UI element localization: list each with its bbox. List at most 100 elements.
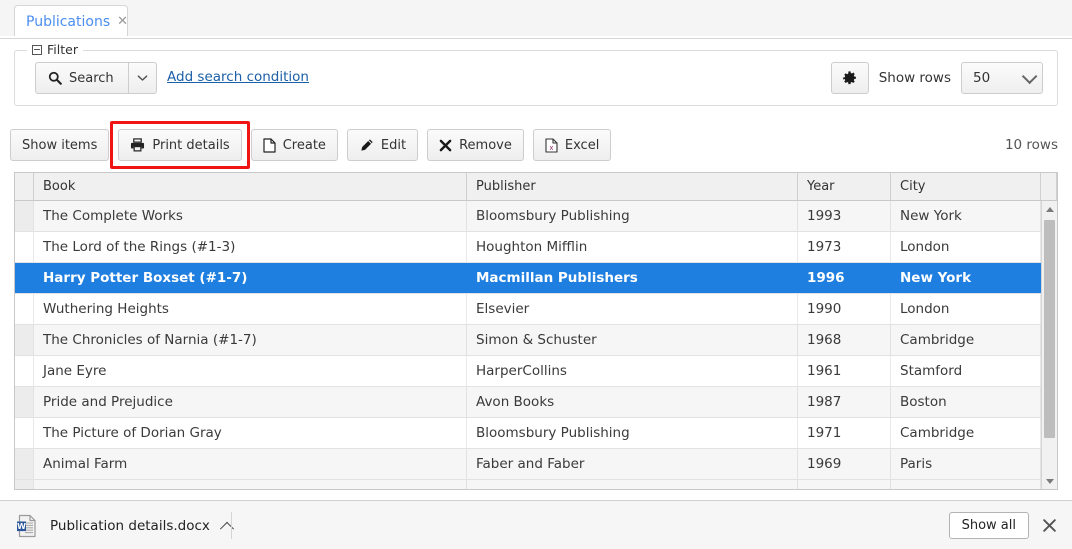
download-item[interactable]: W Publication details.docx [12,508,244,543]
column-header-book[interactable]: Book [34,173,467,200]
cell-year: 1968 [798,325,891,355]
row-selector-cell[interactable] [15,449,34,479]
cell-city: New York [891,201,1041,231]
close-icon[interactable]: ✕ [117,15,128,28]
print-details-button[interactable]: Print details [118,129,242,161]
print-details-highlight-wrapper: Print details [110,121,250,169]
svg-text:W: W [17,521,26,530]
row-selector-cell[interactable] [15,325,34,355]
vertical-scrollbar[interactable] [1041,201,1057,489]
row-selector-cell[interactable] [15,418,34,448]
table-row[interactable]: Jane Eyre HarperCollins 1961 Stamford [15,356,1057,387]
table-row[interactable]: The Chronicles of Narnia (#1-7) Simon & S… [15,325,1057,356]
search-button-group: Search [35,62,157,94]
column-header-publisher[interactable]: Publisher [467,173,798,200]
cell-year: 1993 [798,201,891,231]
cell-year: 1961 [798,356,891,386]
show-rows-select[interactable]: 50 [961,62,1043,94]
cell-city: Boston [891,387,1041,417]
table-row[interactable]: Animal Farm Faber and Faber 1969 Paris [15,449,1057,480]
chevron-down-icon [137,74,148,82]
row-selector-cell[interactable] [15,232,34,262]
tab-strip: Publications ✕ [0,0,1072,39]
cell-city: London [891,232,1041,262]
gear-icon [842,70,857,86]
row-selector-cell[interactable] [15,201,34,231]
cell-book: The Lord of the Rings (#1-3) [34,232,467,262]
cell-publisher: Bloomsbury Publishing [467,418,798,448]
cell-year: 1971 [798,418,891,448]
cell-year: 1969 [798,449,891,479]
print-details-label: Print details [152,137,230,153]
column-header-city[interactable]: City [891,173,1041,200]
close-icon[interactable] [1038,514,1060,536]
settings-button[interactable] [830,62,869,94]
cell-year: 1990 [798,294,891,324]
filter-legend-label: Filter [47,42,78,57]
cell-book: The Chronicles of Narnia (#1-7) [34,325,467,355]
row-selector-cell[interactable] [15,263,34,293]
excel-label: Excel [564,137,600,153]
table-row[interactable]: Pride and Prejudice Avon Books 1987 Boston [15,387,1057,418]
create-button[interactable]: Create [250,129,338,161]
pencil-icon [359,138,374,153]
chevron-down-icon [1021,68,1038,84]
search-icon [48,71,62,85]
cell-city: Cambridge [891,325,1041,355]
cell-book: The Complete Works [34,201,467,231]
show-items-button[interactable]: Show items [10,129,110,161]
scroll-up-icon[interactable] [1042,201,1057,217]
header-gutter [15,173,34,200]
printer-icon [130,138,145,152]
row-count-label: 10 rows [1004,137,1058,153]
edit-label: Edit [380,137,407,153]
header-filler [1041,173,1057,200]
add-search-condition-link[interactable]: Add search condition [167,69,309,85]
cell-book: Pride and Prejudice [34,387,467,417]
application-window: Publications ✕ Filter Search Add search … [0,0,1072,549]
table-row[interactable]: The Lord of the Rings (#1-3) Houghton Mif… [15,232,1057,263]
cell-publisher: Elsevier [467,294,798,324]
remove-label: Remove [459,137,512,153]
cell-year: 1987 [798,387,891,417]
cell-book: Harry Potter Boxset (#1-7) [34,263,467,293]
cell-year [798,480,891,489]
show-all-label: Show all [961,518,1016,533]
table-row[interactable]: Harry Potter Boxset (#1-7) Macmillan Publ… [15,263,1057,294]
cell-city: Cambridge [891,418,1041,448]
column-header-year[interactable]: Year [798,173,891,200]
row-selector-cell[interactable] [15,480,34,489]
download-file-name: Publication details.docx [50,517,210,534]
row-selector-cell[interactable] [15,356,34,386]
table-row[interactable]: Wuthering Heights Elsevier 1990 London [15,294,1057,325]
tab-publications[interactable]: Publications ✕ [14,5,128,37]
cell-city: Paris [891,449,1041,479]
row-selector-cell[interactable] [15,294,34,324]
cell-publisher: Avon Books [467,387,798,417]
show-rows-label: Show rows [878,70,951,86]
cell-publisher [467,480,798,489]
excel-icon: x [545,137,558,153]
document-icon [263,137,276,153]
table-row[interactable]: The Picture of Dorian Gray Bloomsbury Pub… [15,418,1057,449]
edit-button[interactable]: Edit [346,129,419,161]
collapse-toggle-icon[interactable] [32,44,42,55]
cell-book: Jane Eyre [34,356,467,386]
excel-button[interactable]: x Excel [532,129,612,161]
remove-button[interactable]: Remove [427,129,524,161]
row-selector-cell[interactable] [15,387,34,417]
scroll-down-icon[interactable] [1042,473,1057,489]
search-button[interactable]: Search [35,62,129,94]
publications-table: Book Publisher Year City The Complete Wo… [14,172,1058,490]
cell-publisher: Houghton Mifflin [467,232,798,262]
cell-city: Stamford [891,356,1041,386]
table-row[interactable]: The Complete Works Bloomsbury Publishing 1… [15,201,1057,232]
table-row[interactable] [15,480,1057,489]
search-dropdown-button[interactable] [128,62,157,94]
scrollbar-thumb[interactable] [1044,220,1055,438]
filter-panel: Filter Search Add search condition Show … [14,42,1058,106]
cell-year: 1973 [798,232,891,262]
cell-year: 1996 [798,263,891,293]
show-all-downloads-button[interactable]: Show all [948,512,1029,539]
cell-publisher: Simon & Schuster [467,325,798,355]
